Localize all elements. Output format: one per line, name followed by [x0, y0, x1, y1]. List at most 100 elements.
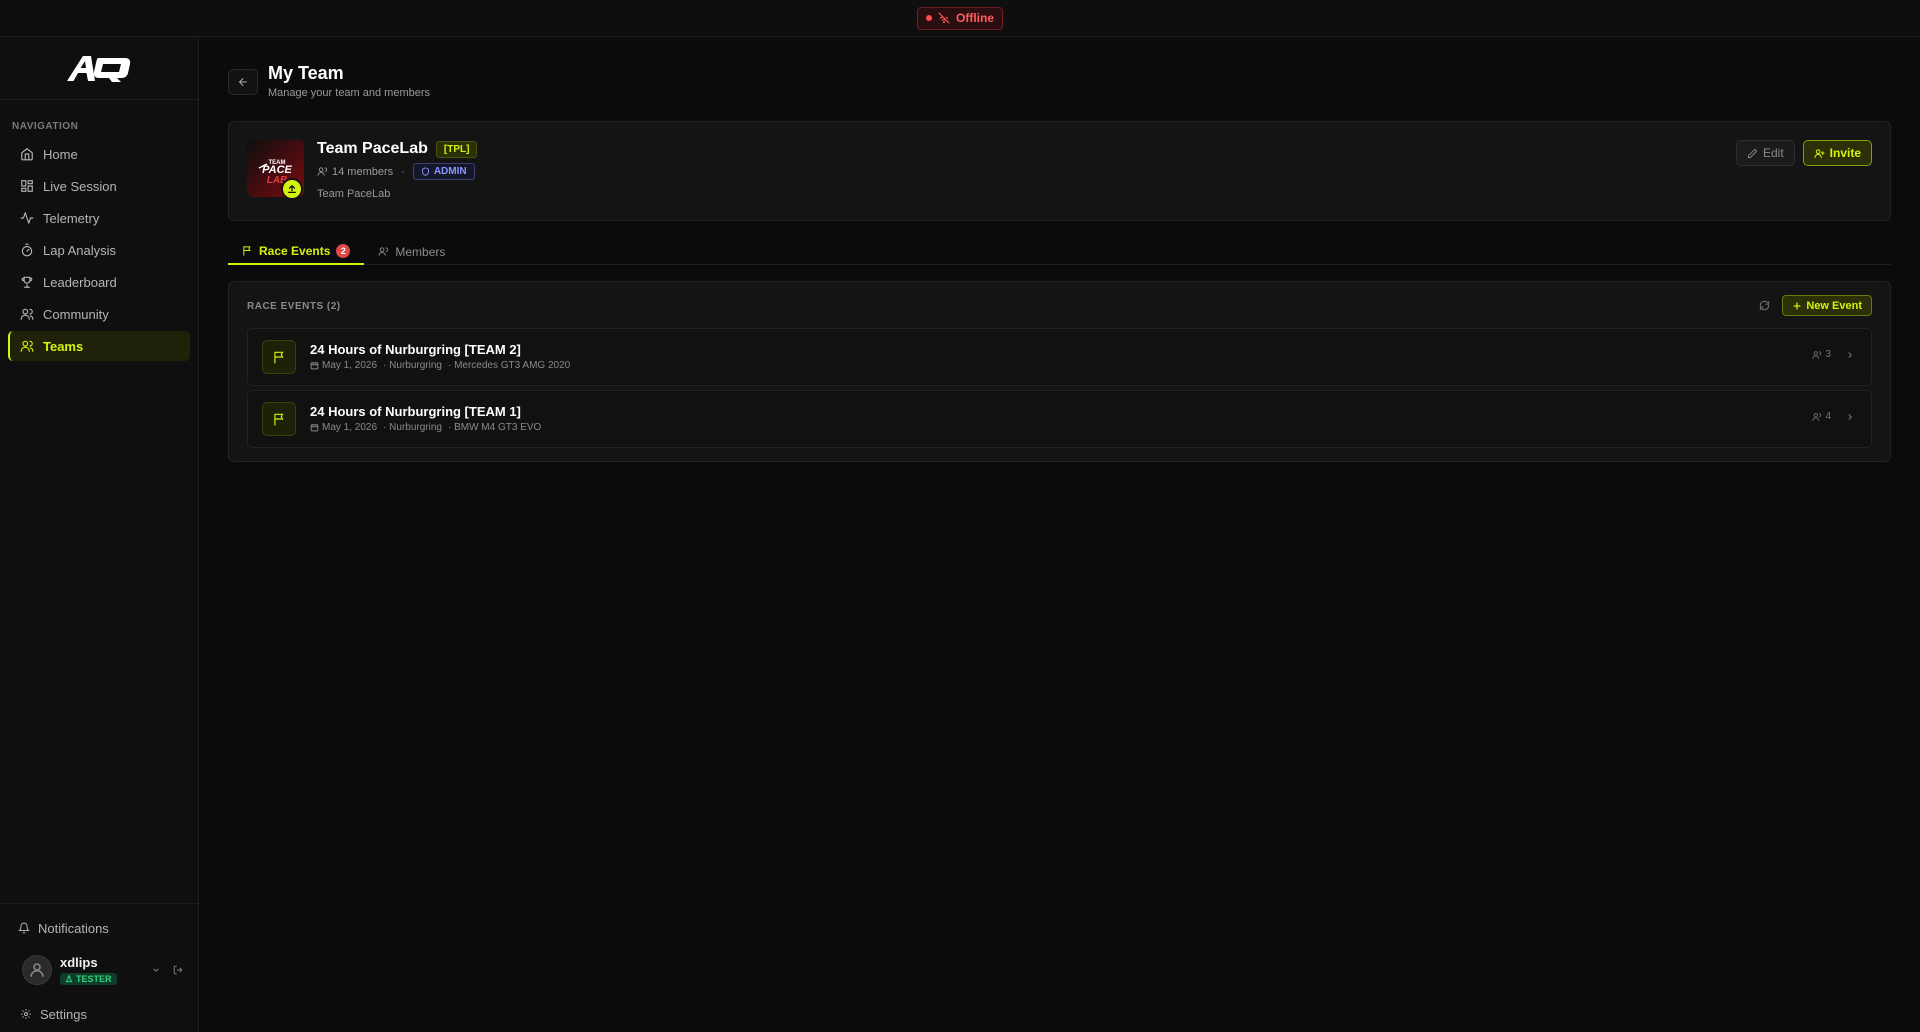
beaker-icon	[65, 975, 73, 983]
refresh-icon	[1759, 300, 1770, 311]
users-icon	[378, 246, 389, 257]
chevron-right-icon[interactable]	[1845, 350, 1855, 360]
sidebar: NAVIGATION Home Live Session Telemetry L…	[0, 37, 199, 1032]
logout-icon[interactable]	[173, 965, 183, 975]
users-icon	[20, 307, 34, 321]
team-info: Team PaceLab [TPL] 14 members · ADMIN Te…	[317, 140, 478, 200]
sidebar-item-teams[interactable]: Teams	[8, 331, 190, 361]
notifications-label: Notifications	[38, 920, 109, 936]
nav-heading: NAVIGATION	[12, 121, 79, 132]
admin-role-badge: ADMIN	[412, 163, 475, 180]
role-badge: TESTER	[60, 972, 117, 985]
users-icon	[1812, 350, 1822, 360]
refresh-button[interactable]	[1756, 298, 1772, 314]
event-row[interactable]: 24 Hours of Nurburgring [TEAM 1] May 1, …	[247, 390, 1872, 448]
meta-separator: ·	[401, 165, 405, 178]
sidebar-item-label: Live Session	[43, 178, 117, 194]
team-name: Team PaceLab	[317, 140, 428, 157]
event-track: · Nurburgring	[383, 422, 442, 433]
driver-count: 4	[1812, 411, 1831, 422]
sidebar-item-telemetry[interactable]: Telemetry	[8, 203, 190, 233]
flag-icon	[242, 245, 253, 256]
arrow-left-icon	[237, 76, 249, 88]
sidebar-footer: Notifications xdlips TESTER Settings	[0, 903, 199, 1030]
plus-icon	[1792, 301, 1802, 311]
sidebar-item-label: Teams	[43, 338, 84, 354]
shield-icon	[421, 167, 430, 176]
tab-members[interactable]: Members	[364, 238, 459, 265]
settings-label: Settings	[40, 1006, 87, 1022]
logo-area[interactable]	[0, 37, 198, 100]
page-title: My Team	[268, 63, 344, 83]
upload-icon	[287, 184, 297, 194]
sidebar-item-community[interactable]: Community	[8, 299, 190, 329]
gear-icon	[20, 1008, 32, 1020]
race-events-heading: RACE EVENTS (2)	[247, 301, 341, 312]
invite-button[interactable]: Invite	[1802, 140, 1872, 166]
event-meta: May 1, 2026 · Nurburgring · Mercedes GT3…	[310, 360, 570, 371]
page-header: My Team Manage your team and members	[228, 63, 430, 99]
tab-label: Members	[395, 244, 446, 259]
sidebar-item-home[interactable]: Home	[8, 139, 190, 169]
edit-label: Edit	[1762, 146, 1784, 160]
chevron-right-icon[interactable]	[1845, 412, 1855, 422]
grid-icon	[20, 179, 34, 193]
member-count-label: 14 members	[332, 165, 394, 178]
user-profile[interactable]: xdlips TESTER	[0, 948, 199, 992]
username: xdlips	[60, 954, 98, 970]
edit-team-button[interactable]: Edit	[1735, 140, 1795, 166]
race-events-actions: New Event	[1756, 295, 1872, 316]
sidebar-item-label: Lap Analysis	[43, 242, 116, 258]
team-actions: Edit Invite	[1735, 140, 1872, 166]
offline-label: Offline	[956, 11, 994, 25]
users-icon	[1812, 412, 1822, 422]
home-icon	[20, 147, 34, 161]
tab-label: Race Events	[259, 243, 331, 258]
event-track: · Nurburgring	[383, 360, 442, 371]
tab-count-badge: 2	[336, 243, 351, 258]
bell-icon	[18, 922, 30, 934]
wifi-off-icon	[938, 12, 950, 24]
avatar[interactable]	[22, 955, 52, 985]
sidebar-item-label: Telemetry	[43, 210, 100, 226]
user-info: xdlips TESTER	[60, 955, 117, 986]
chevron-down-icon[interactable]	[151, 965, 161, 975]
team-card: TEAM PACE LAB Team PaceLab [TPL] 14 memb…	[228, 121, 1891, 221]
main-content: My Team Manage your team and members TEA…	[200, 37, 1920, 1032]
team-description: Team PaceLab	[317, 188, 391, 200]
invite-label: Invite	[1829, 146, 1861, 160]
offline-status-badge[interactable]: Offline	[917, 6, 1003, 30]
tab-race-events[interactable]: Race Events 2	[228, 238, 365, 265]
team-logo: TEAM PACE LAB	[247, 140, 304, 200]
event-row[interactable]: 24 Hours of Nurburgring [TEAM 2] May 1, …	[247, 328, 1872, 386]
sidebar-item-lap-analysis[interactable]: Lap Analysis	[8, 235, 190, 265]
event-title: 24 Hours of Nurburgring [TEAM 1]	[310, 404, 521, 419]
status-dot	[926, 15, 932, 21]
activity-icon	[20, 211, 34, 225]
event-title: 24 Hours of Nurburgring [TEAM 2]	[310, 342, 521, 357]
back-button[interactable]	[228, 69, 258, 95]
flag-icon	[262, 340, 296, 374]
trophy-icon	[20, 275, 34, 289]
new-event-button[interactable]: New Event	[1782, 295, 1872, 316]
settings-button[interactable]: Settings	[0, 998, 199, 1030]
sidebar-item-live-session[interactable]: Live Session	[8, 171, 190, 201]
upload-logo-button[interactable]	[281, 178, 303, 200]
event-row-right: 4	[1812, 411, 1855, 422]
team-tag-badge: [TPL]	[435, 140, 478, 158]
sidebar-item-label: Home	[43, 146, 78, 162]
event-date: May 1, 2026	[310, 422, 377, 433]
team-tabs: Race Events 2 Members	[228, 238, 1891, 265]
user-plus-icon	[1814, 148, 1825, 159]
driver-count-label: 3	[1825, 349, 1831, 360]
sidebar-item-leaderboard[interactable]: Leaderboard	[8, 267, 190, 297]
notifications-button[interactable]: Notifications	[0, 912, 199, 944]
page-subtitle: Manage your team and members	[268, 87, 431, 99]
pencil-icon	[1747, 148, 1758, 159]
member-count: 14 members	[317, 166, 393, 178]
event-meta: May 1, 2026 · Nurburgring · BMW M4 GT3 E…	[310, 422, 541, 433]
aq-logo-icon[interactable]	[65, 53, 133, 83]
event-car: · BMW M4 GT3 EVO	[447, 422, 542, 433]
role-label: TESTER	[76, 973, 112, 984]
driver-count-label: 4	[1825, 411, 1831, 422]
